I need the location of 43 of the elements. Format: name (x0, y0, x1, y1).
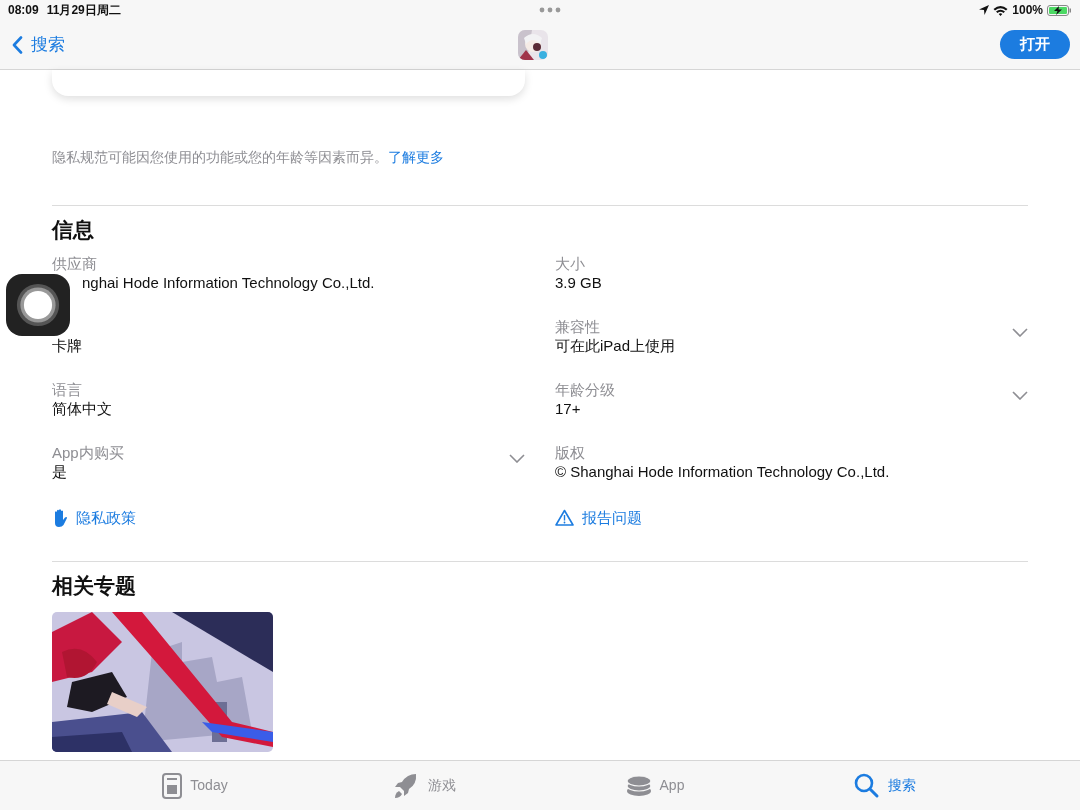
info-value: 是 (52, 461, 68, 482)
location-icon (979, 5, 990, 15)
learn-more-link[interactable]: 了解更多 (388, 149, 444, 165)
multitask-dots-icon (539, 7, 561, 13)
app-icon (517, 29, 548, 60)
info-label: 大小 (555, 254, 586, 273)
info-value: 17+ (555, 398, 582, 419)
status-date: 11月29日周二 (46, 2, 121, 19)
info-label: 兼容性 (555, 317, 601, 336)
battery-percent: 100% (1012, 2, 1043, 19)
info-value: 卡牌 (52, 335, 82, 356)
info-link[interactable]: 报告问题 (555, 506, 1028, 529)
open-button[interactable]: 打开 (1000, 30, 1070, 59)
tab-item[interactable]: 搜索 (770, 772, 1000, 799)
warning-icon (555, 509, 574, 527)
expand-chevron-icon[interactable] (509, 453, 525, 463)
hand-icon (52, 508, 68, 527)
privacy-note: 隐私规范可能因您使用的功能或您的年龄等因素而异。了解更多 (52, 148, 445, 167)
section-title: 信息 (52, 217, 95, 243)
status-time: 08:09 (8, 2, 39, 19)
info-label: 年龄分级 (555, 380, 615, 399)
info-value: © Shanghai Hode Information Technology Co.,Ltd. (555, 461, 890, 482)
assistive-touch-button[interactable] (6, 274, 70, 336)
tab-item[interactable]: 游戏 (310, 772, 540, 799)
section-title: 相关专题 (52, 573, 137, 599)
info-value: 3.9 GB (555, 272, 602, 293)
tab-item[interactable]: Today (80, 772, 310, 799)
info-label: 语言 (52, 380, 83, 399)
info-label: 版权 (555, 443, 586, 462)
info-value: nghai Hode Information Technology Co.,Ltd. (82, 272, 375, 293)
expand-chevron-icon[interactable] (1012, 327, 1028, 337)
info-label: 供应商 (52, 254, 98, 273)
info-value: 可在此iPad上使用 (555, 335, 676, 356)
tab-item[interactable]: App (540, 772, 770, 799)
search-icon (854, 772, 880, 799)
info-label: App内购买 (52, 443, 124, 462)
expand-chevron-icon[interactable] (1012, 390, 1028, 400)
wifi-icon (993, 4, 1009, 16)
back-chevron-icon (12, 35, 23, 54)
info-link[interactable]: 隐私政策 (52, 506, 555, 529)
newspaper-icon (162, 772, 183, 799)
info-value: 简体中文 (52, 398, 112, 419)
back-link[interactable]: 搜索 (12, 31, 65, 58)
